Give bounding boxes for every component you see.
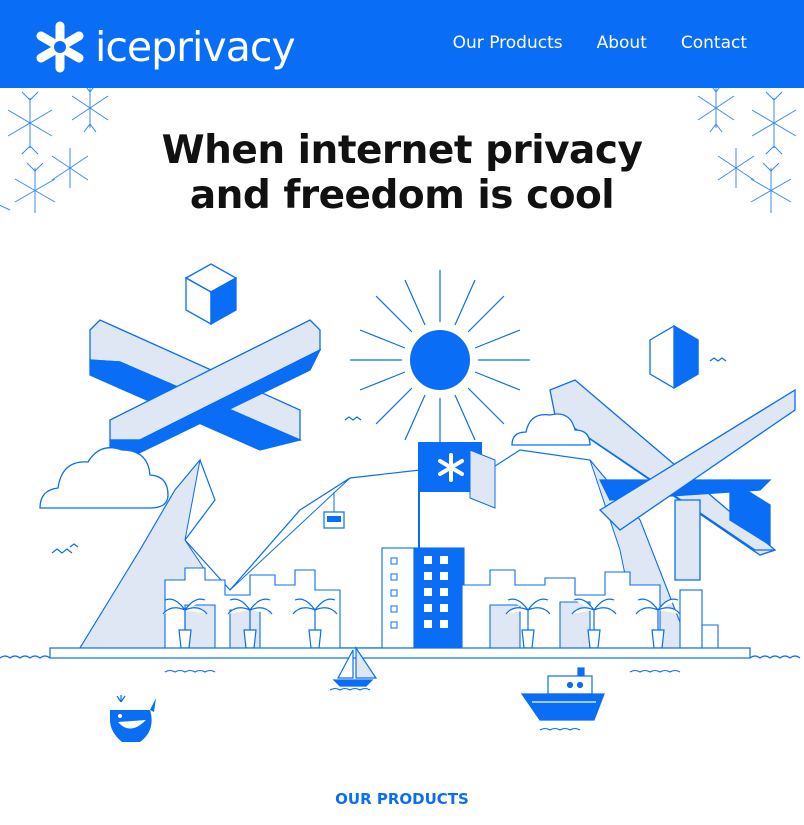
- shoreline: [0, 647, 801, 659]
- ship-icon: [520, 667, 605, 721]
- snowflake-asterisk-icon: [36, 21, 84, 73]
- section-label-our-products: OUR PRODUCTS: [335, 790, 469, 808]
- water-waves: [164, 669, 681, 731]
- hero-illustration: [0, 263, 801, 742]
- nav-about[interactable]: About: [597, 32, 647, 54]
- logo[interactable]: iceprivacy: [35, 18, 305, 76]
- nav-our-products[interactable]: Our Products: [453, 32, 563, 54]
- sun-icon: [350, 270, 530, 450]
- main-nav: Our Products About Contact: [453, 32, 747, 54]
- whale-icon: [110, 695, 156, 742]
- site-header: iceprivacy Our Products About Contact: [0, 0, 804, 88]
- ice-cube-right: [649, 324, 699, 390]
- hero-title-line-1: When internet privacy: [161, 128, 643, 173]
- hero-title: When internet privacy and freedom is coo…: [0, 128, 804, 218]
- ice-cube-small: [184, 263, 238, 326]
- brand-name: iceprivacy: [95, 22, 296, 71]
- ice-crystal-left: [89, 319, 322, 456]
- hero-title-line-2: and freedom is cool: [189, 173, 615, 218]
- nav-contact[interactable]: Contact: [681, 32, 747, 54]
- cloud-left: [39, 447, 169, 509]
